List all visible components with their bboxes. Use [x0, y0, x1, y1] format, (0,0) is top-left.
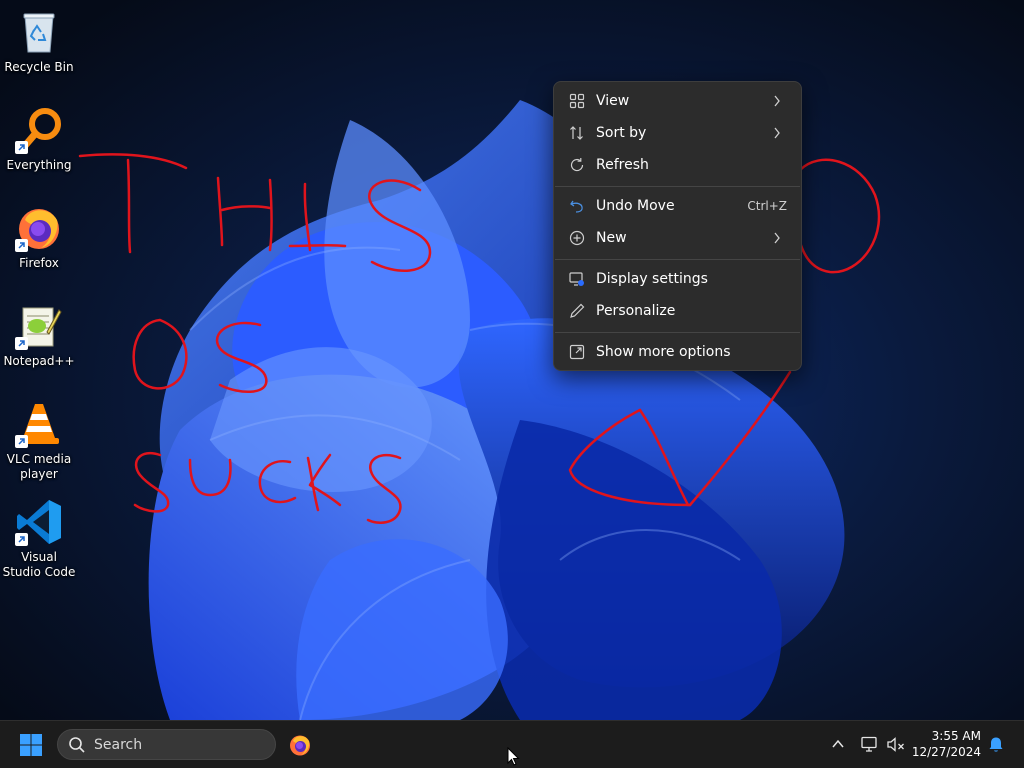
taskbar-search-box[interactable]: Search	[57, 729, 276, 760]
taskbar-firefox-icon[interactable]	[288, 733, 312, 757]
grid-icon	[569, 93, 585, 109]
desktop-icon-label: Visual Studio Code	[2, 550, 76, 579]
firefox-icon	[290, 735, 310, 756]
pen-icon	[570, 303, 585, 318]
shortcut-arrow-icon	[15, 435, 28, 448]
desktop-icon-firefox[interactable]: Firefox	[2, 204, 76, 271]
menu-item-refresh[interactable]: Refresh	[559, 150, 796, 180]
vlc-icon	[15, 400, 63, 448]
menu-item-label: Undo Move	[596, 198, 675, 214]
chevron-right-icon	[774, 95, 780, 107]
display-settings-icon	[569, 272, 584, 286]
menu-item-label: View	[596, 93, 630, 109]
shortcut-arrow-icon	[15, 337, 28, 350]
menu-item-label: Personalize	[596, 303, 676, 319]
menu-separator	[555, 332, 800, 333]
menu-item-label: New	[596, 230, 627, 246]
shortcut-arrow-icon	[15, 141, 28, 154]
taskbar-clock[interactable]: 3:55 AM 12/27/2024	[912, 728, 981, 760]
network-icon[interactable]	[861, 736, 879, 753]
clock-time: 3:55 AM	[931, 729, 981, 743]
desktop-icon-label: Notepad++	[3, 354, 75, 368]
desktop-icon-vlc[interactable]: VLC media player	[2, 400, 76, 482]
refresh-icon	[570, 158, 584, 172]
chevron-up-icon[interactable]	[831, 738, 845, 750]
desktop-icon-recycle-bin[interactable]: Recycle Bin	[2, 8, 76, 75]
menu-item-label: Sort by	[596, 125, 647, 141]
mouse-cursor-icon	[507, 747, 520, 766]
notepad-plus-plus-icon	[15, 302, 63, 350]
desktop-icon-label: Firefox	[19, 256, 59, 270]
vscode-icon	[15, 498, 63, 546]
search-icon	[69, 737, 85, 753]
chevron-right-icon	[774, 127, 780, 139]
menu-item-undo-move[interactable]: Undo Move Ctrl+Z	[559, 191, 796, 221]
desktop-context-menu: View Sort by Refresh Undo Move Ctrl+Z Ne…	[553, 81, 802, 371]
wallpaper-bloom	[0, 0, 1024, 720]
everything-search-icon	[15, 106, 63, 154]
menu-item-show-more-options[interactable]: Show more options	[559, 337, 796, 367]
desktop-icon-label: Recycle Bin	[4, 60, 74, 74]
undo-icon	[570, 200, 583, 213]
bell-icon[interactable]	[988, 736, 1004, 754]
firefox-icon	[15, 204, 63, 252]
desktop[interactable]: Recycle Bin Everything Firefox Notepad++…	[0, 0, 1024, 720]
desktop-icon-label: VLC media player	[6, 452, 72, 481]
plus-circle-icon	[569, 230, 585, 246]
volume-muted-icon[interactable]	[886, 736, 906, 753]
shortcut-arrow-icon	[15, 239, 28, 252]
chevron-right-icon	[774, 232, 780, 244]
desktop-icon-everything[interactable]: Everything	[2, 106, 76, 173]
shortcut-arrow-icon	[15, 533, 28, 546]
menu-item-label: Display settings	[596, 271, 708, 287]
search-placeholder: Search	[94, 737, 143, 753]
menu-item-display-settings[interactable]: Display settings	[559, 264, 796, 294]
show-more-icon	[569, 344, 585, 360]
menu-separator	[555, 259, 800, 260]
menu-item-view[interactable]: View	[559, 86, 796, 116]
menu-item-sort-by[interactable]: Sort by	[559, 118, 796, 148]
windows-start-icon[interactable]	[19, 733, 43, 757]
menu-item-label: Refresh	[596, 157, 649, 173]
menu-item-label: Show more options	[596, 344, 731, 360]
menu-item-shortcut: Ctrl+Z	[747, 199, 787, 213]
desktop-icon-notepad-plus-plus[interactable]: Notepad++	[2, 302, 76, 369]
desktop-icon-label: Everything	[6, 158, 72, 172]
sort-icon	[570, 126, 583, 140]
taskbar: Search 3:55 AM 12/27/2024	[0, 720, 1024, 768]
menu-separator	[555, 186, 800, 187]
recycle-bin-icon	[15, 8, 63, 56]
menu-item-personalize[interactable]: Personalize	[559, 296, 796, 326]
menu-item-new[interactable]: New	[559, 223, 796, 253]
clock-date: 12/27/2024	[911, 745, 981, 759]
desktop-icon-vscode[interactable]: Visual Studio Code	[2, 498, 76, 580]
